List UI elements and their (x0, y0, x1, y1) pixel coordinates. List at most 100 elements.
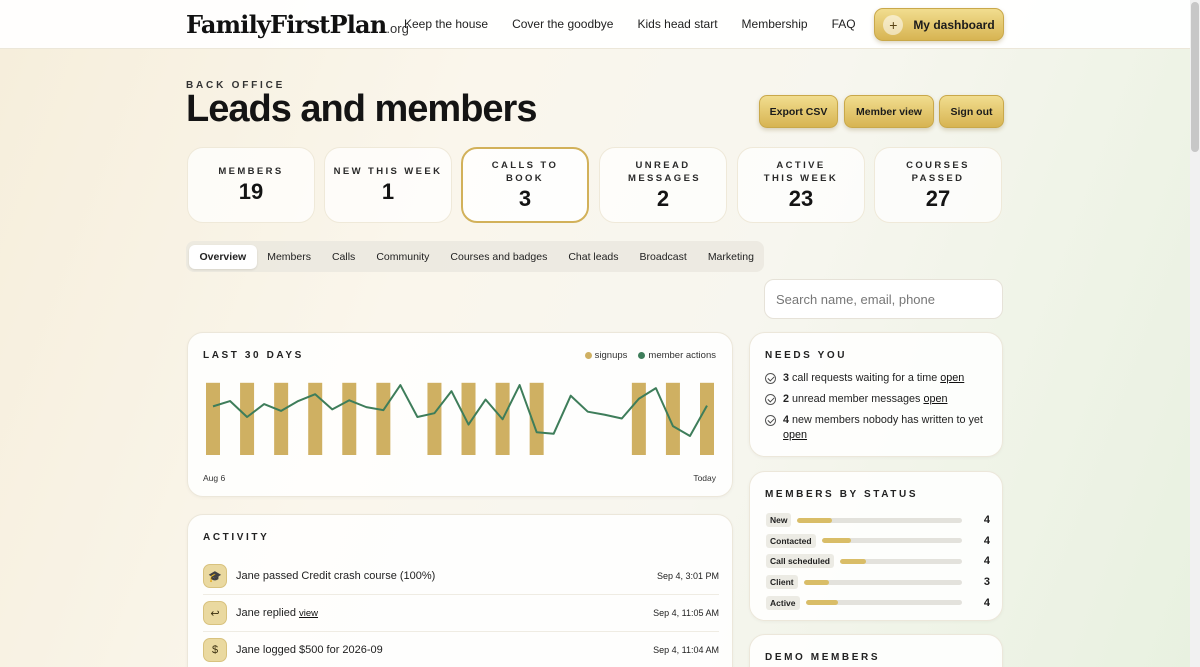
chart-title: LAST 30 DAYS (203, 350, 304, 361)
status-count: 4 (983, 514, 990, 527)
tab-broadcast[interactable]: Broadcast (629, 245, 697, 269)
status-row[interactable]: Active 4 (766, 592, 990, 613)
open-link[interactable]: open (783, 429, 807, 441)
status-bar-fill (821, 538, 852, 544)
status-label: Contacted (766, 533, 816, 548)
tab-calls[interactable]: Calls (321, 245, 365, 269)
stat-value: 27 (925, 185, 951, 211)
status-row[interactable]: Call scheduled 4 (766, 551, 990, 572)
need-count: 2 (783, 393, 790, 405)
open-link[interactable]: open (940, 372, 964, 384)
scrollbar-thumb[interactable] (1191, 2, 1199, 152)
tab-marketing[interactable]: Marketing (697, 245, 764, 269)
nav-links: Keep the house Cover the goodbye Kids he… (404, 17, 856, 31)
activity-chart (206, 382, 714, 455)
activity-row: 🎓 Jane passed Credit crash course (100%) … (203, 558, 719, 595)
logo-text: FamilyFirstPlan (186, 10, 387, 39)
signup-bar (700, 382, 714, 455)
top-nav: FamilyFirstPlan.org Keep the house Cover… (0, 0, 1190, 49)
need-item-calls: 3 call requests waiting for a time open (765, 371, 995, 386)
tab-community[interactable]: Community (366, 245, 440, 269)
need-description: call requests waiting for a time (792, 372, 938, 384)
need-item-new-members: 4 new members nobody has written to yet … (765, 413, 995, 443)
x-axis-start-label: Aug 6 (203, 473, 226, 483)
section-tabs: Overview Members Calls Community Courses… (186, 241, 764, 272)
stat-new-this-week[interactable]: NEW THIS WEEK 1 (324, 147, 452, 223)
member-view-button[interactable]: Member view (844, 95, 934, 128)
activity-row: $ Jane logged $500 for 2026-09 Sep 4, 11:… (203, 632, 719, 667)
stat-active-this-week[interactable]: ACTIVE THIS WEEK 23 (737, 147, 865, 223)
signup-bar (631, 382, 646, 455)
reply-icon: ↩ (203, 601, 227, 625)
activity-list: 🎓 Jane passed Credit crash course (100%) … (203, 558, 719, 667)
sign-out-button[interactable]: Sign out (939, 95, 1004, 128)
stat-value: 2 (656, 185, 670, 211)
x-axis-end-label: Today (693, 473, 716, 483)
status-bar-track (797, 517, 962, 523)
tab-chat-leads[interactable]: Chat leads (558, 245, 629, 269)
status-count: 4 (983, 555, 990, 568)
check-circle-icon (765, 394, 776, 405)
status-bar-fill (805, 600, 839, 606)
search-input[interactable] (764, 279, 1003, 319)
stat-label: COURSES PASSED (906, 159, 970, 184)
stat-label: ACTIVE THIS WEEK (763, 159, 839, 184)
need-text: 3 call requests waiting for a time open (783, 371, 964, 386)
status-row[interactable]: New 4 (766, 510, 990, 531)
signup-bar (427, 382, 442, 455)
stat-value: 23 (788, 185, 814, 211)
activity-time: Sep 4, 11:05 AM (653, 608, 719, 618)
my-dashboard-button[interactable]: + My dashboard (874, 8, 1004, 41)
stat-courses-passed[interactable]: COURSES PASSED 27 (874, 147, 1002, 223)
legend-label: signups (594, 350, 628, 361)
need-text: 4 new members nobody has written to yet … (783, 413, 995, 443)
needs-list: 3 call requests waiting for a time open … (765, 371, 995, 449)
signup-bar (342, 382, 357, 455)
stat-label: CALLS TO BOOK (491, 159, 559, 184)
members-by-status-card: MEMBERS BY STATUS New 4 Contacted 4 Call sch… (749, 471, 1003, 621)
stat-members[interactable]: MEMBERS 19 (187, 147, 315, 223)
need-description: unread member messages (792, 393, 921, 405)
graduation-cap-icon: 🎓 (203, 564, 227, 588)
activity-time: Sep 4, 11:04 AM (653, 645, 719, 655)
status-label: Active (766, 595, 800, 610)
status-bar-fill (803, 579, 829, 585)
view-link[interactable]: view (299, 608, 318, 619)
signup-bar (665, 382, 680, 455)
status-bar-track (821, 538, 962, 544)
activity-time: Sep 4, 3:01 PM (656, 571, 719, 581)
demo-members-card: DEMO MEMBERS (749, 634, 1003, 667)
check-circle-icon (765, 373, 776, 384)
legend-dot (584, 352, 592, 359)
nav-link-membership[interactable]: Membership (742, 17, 808, 31)
nav-link-cover-goodbye[interactable]: Cover the goodbye (512, 17, 613, 31)
stat-value: 3 (518, 185, 532, 211)
demo-members-title: DEMO MEMBERS (765, 652, 881, 663)
nav-link-kids-head-start[interactable]: Kids head start (637, 17, 717, 31)
export-csv-button[interactable]: Export CSV (759, 95, 838, 128)
open-link[interactable]: open (923, 393, 947, 405)
status-bar-track (805, 600, 962, 606)
stat-value: 19 (238, 179, 264, 204)
status-row[interactable]: Contacted 4 (766, 531, 990, 552)
stat-calls-to-book[interactable]: CALLS TO BOOK 3 (461, 147, 589, 223)
tab-courses-and-badges[interactable]: Courses and badges (440, 245, 558, 269)
stat-label: UNREAD MESSAGES (628, 159, 702, 184)
nav-link-keep-house[interactable]: Keep the house (404, 17, 488, 31)
signup-bar (206, 382, 220, 455)
need-item-messages: 2 unread member messages open (765, 392, 995, 407)
stat-unread-messages[interactable]: UNREAD MESSAGES 2 (599, 147, 727, 223)
site-logo[interactable]: FamilyFirstPlan.org (186, 10, 409, 39)
check-circle-icon (765, 415, 776, 426)
tab-members[interactable]: Members (257, 245, 322, 269)
need-count: 4 (783, 414, 790, 426)
activity-title: ACTIVITY (203, 532, 270, 543)
signup-bar (274, 382, 289, 455)
activity-text: Jane passed Credit crash course (100%) (236, 570, 436, 582)
page-scrollbar[interactable] (1190, 0, 1200, 667)
needs-you-title: NEEDS YOU (765, 350, 848, 361)
signup-bar (240, 382, 255, 455)
tab-overview[interactable]: Overview (189, 244, 257, 269)
status-row[interactable]: Client 3 (766, 572, 990, 593)
nav-link-faq[interactable]: FAQ (832, 17, 856, 31)
